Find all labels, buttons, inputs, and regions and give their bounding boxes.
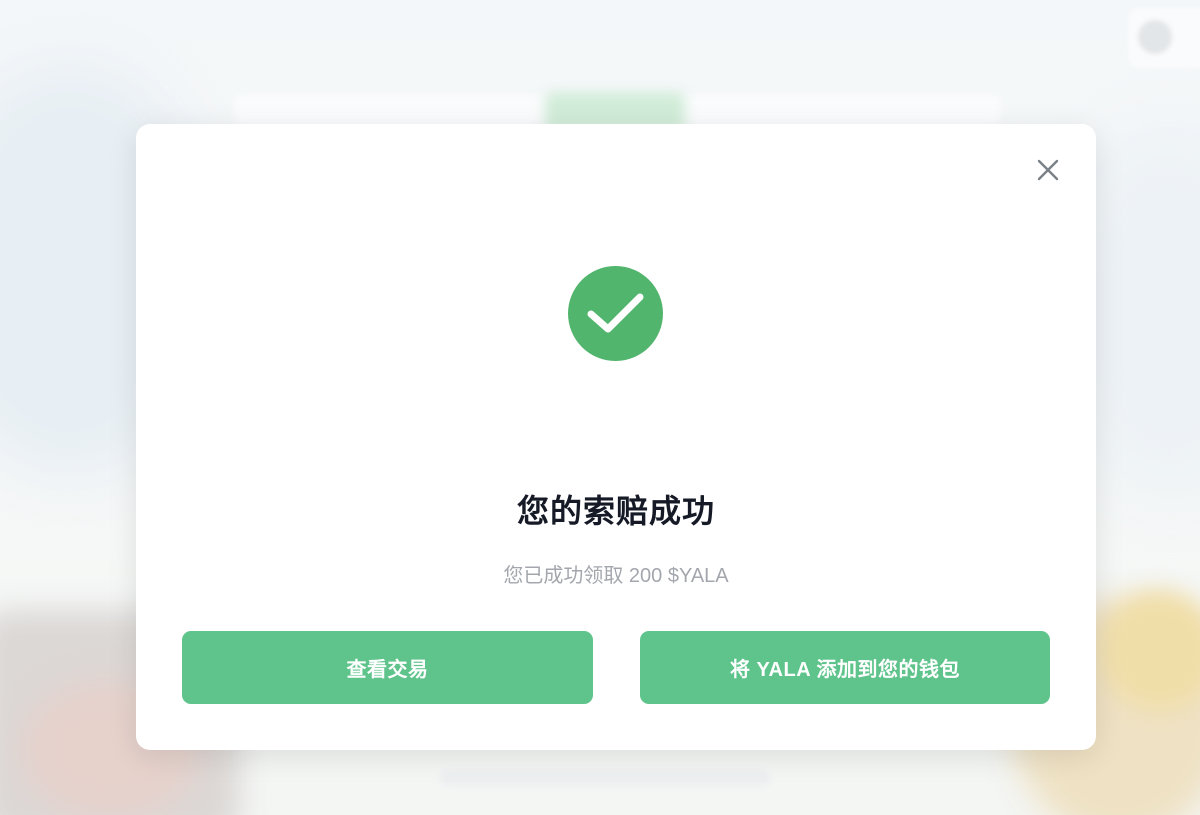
check-circle-icon (568, 266, 663, 361)
claim-success-dialog: 您的索赔成功 您已成功领取 200 $YALA 查看交易 将 YALA 添加到您… (136, 124, 1096, 750)
dialog-title: 您的索赔成功 (516, 493, 715, 529)
close-button[interactable] (1034, 156, 1062, 184)
close-icon (1037, 159, 1059, 181)
view-transaction-button[interactable]: 查看交易 (182, 631, 593, 704)
dialog-subtitle: 您已成功领取 200 $YALA (503, 565, 729, 587)
add-to-wallet-button[interactable]: 将 YALA 添加到您的钱包 (640, 631, 1050, 704)
